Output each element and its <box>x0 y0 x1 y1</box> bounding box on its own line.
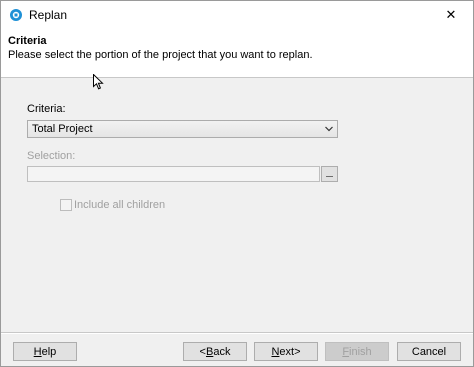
help-button[interactable]: Help <box>13 342 77 361</box>
close-button[interactable]: ✕ <box>429 1 473 29</box>
selection-label: Selection: <box>27 150 76 162</box>
finish-button[interactable]: Finish <box>325 342 389 361</box>
wizard-header: Criteria Please select the portion of th… <box>1 29 473 78</box>
include-children-label: Include all children <box>74 199 166 211</box>
cancel-button[interactable]: Cancel <box>397 342 461 361</box>
title-bar: Replan ✕ <box>1 1 473 29</box>
page-subtitle: Please select the portion of the project… <box>8 49 313 61</box>
selection-field[interactable] <box>27 166 320 182</box>
next-button[interactable]: Next> <box>254 342 318 361</box>
criteria-label: Criteria: <box>27 103 66 115</box>
footer-divider <box>1 332 473 334</box>
back-button[interactable]: <Back <box>183 342 247 361</box>
criteria-select[interactable]: Total Project <box>27 120 338 138</box>
include-children-checkbox[interactable] <box>60 199 72 211</box>
criteria-selected-value: Total Project <box>32 123 93 135</box>
close-icon: ✕ <box>445 7 457 23</box>
ellipsis-icon <box>326 176 333 177</box>
window-title: Replan <box>29 8 68 22</box>
mouse-cursor-icon <box>93 74 104 90</box>
page-title: Criteria <box>8 35 47 47</box>
replan-app-icon <box>10 9 22 21</box>
selection-browse-button[interactable] <box>321 166 338 182</box>
chevron-down-icon[interactable] <box>324 124 334 134</box>
replan-dialog: Replan ✕ Criteria Please select the port… <box>0 0 474 367</box>
